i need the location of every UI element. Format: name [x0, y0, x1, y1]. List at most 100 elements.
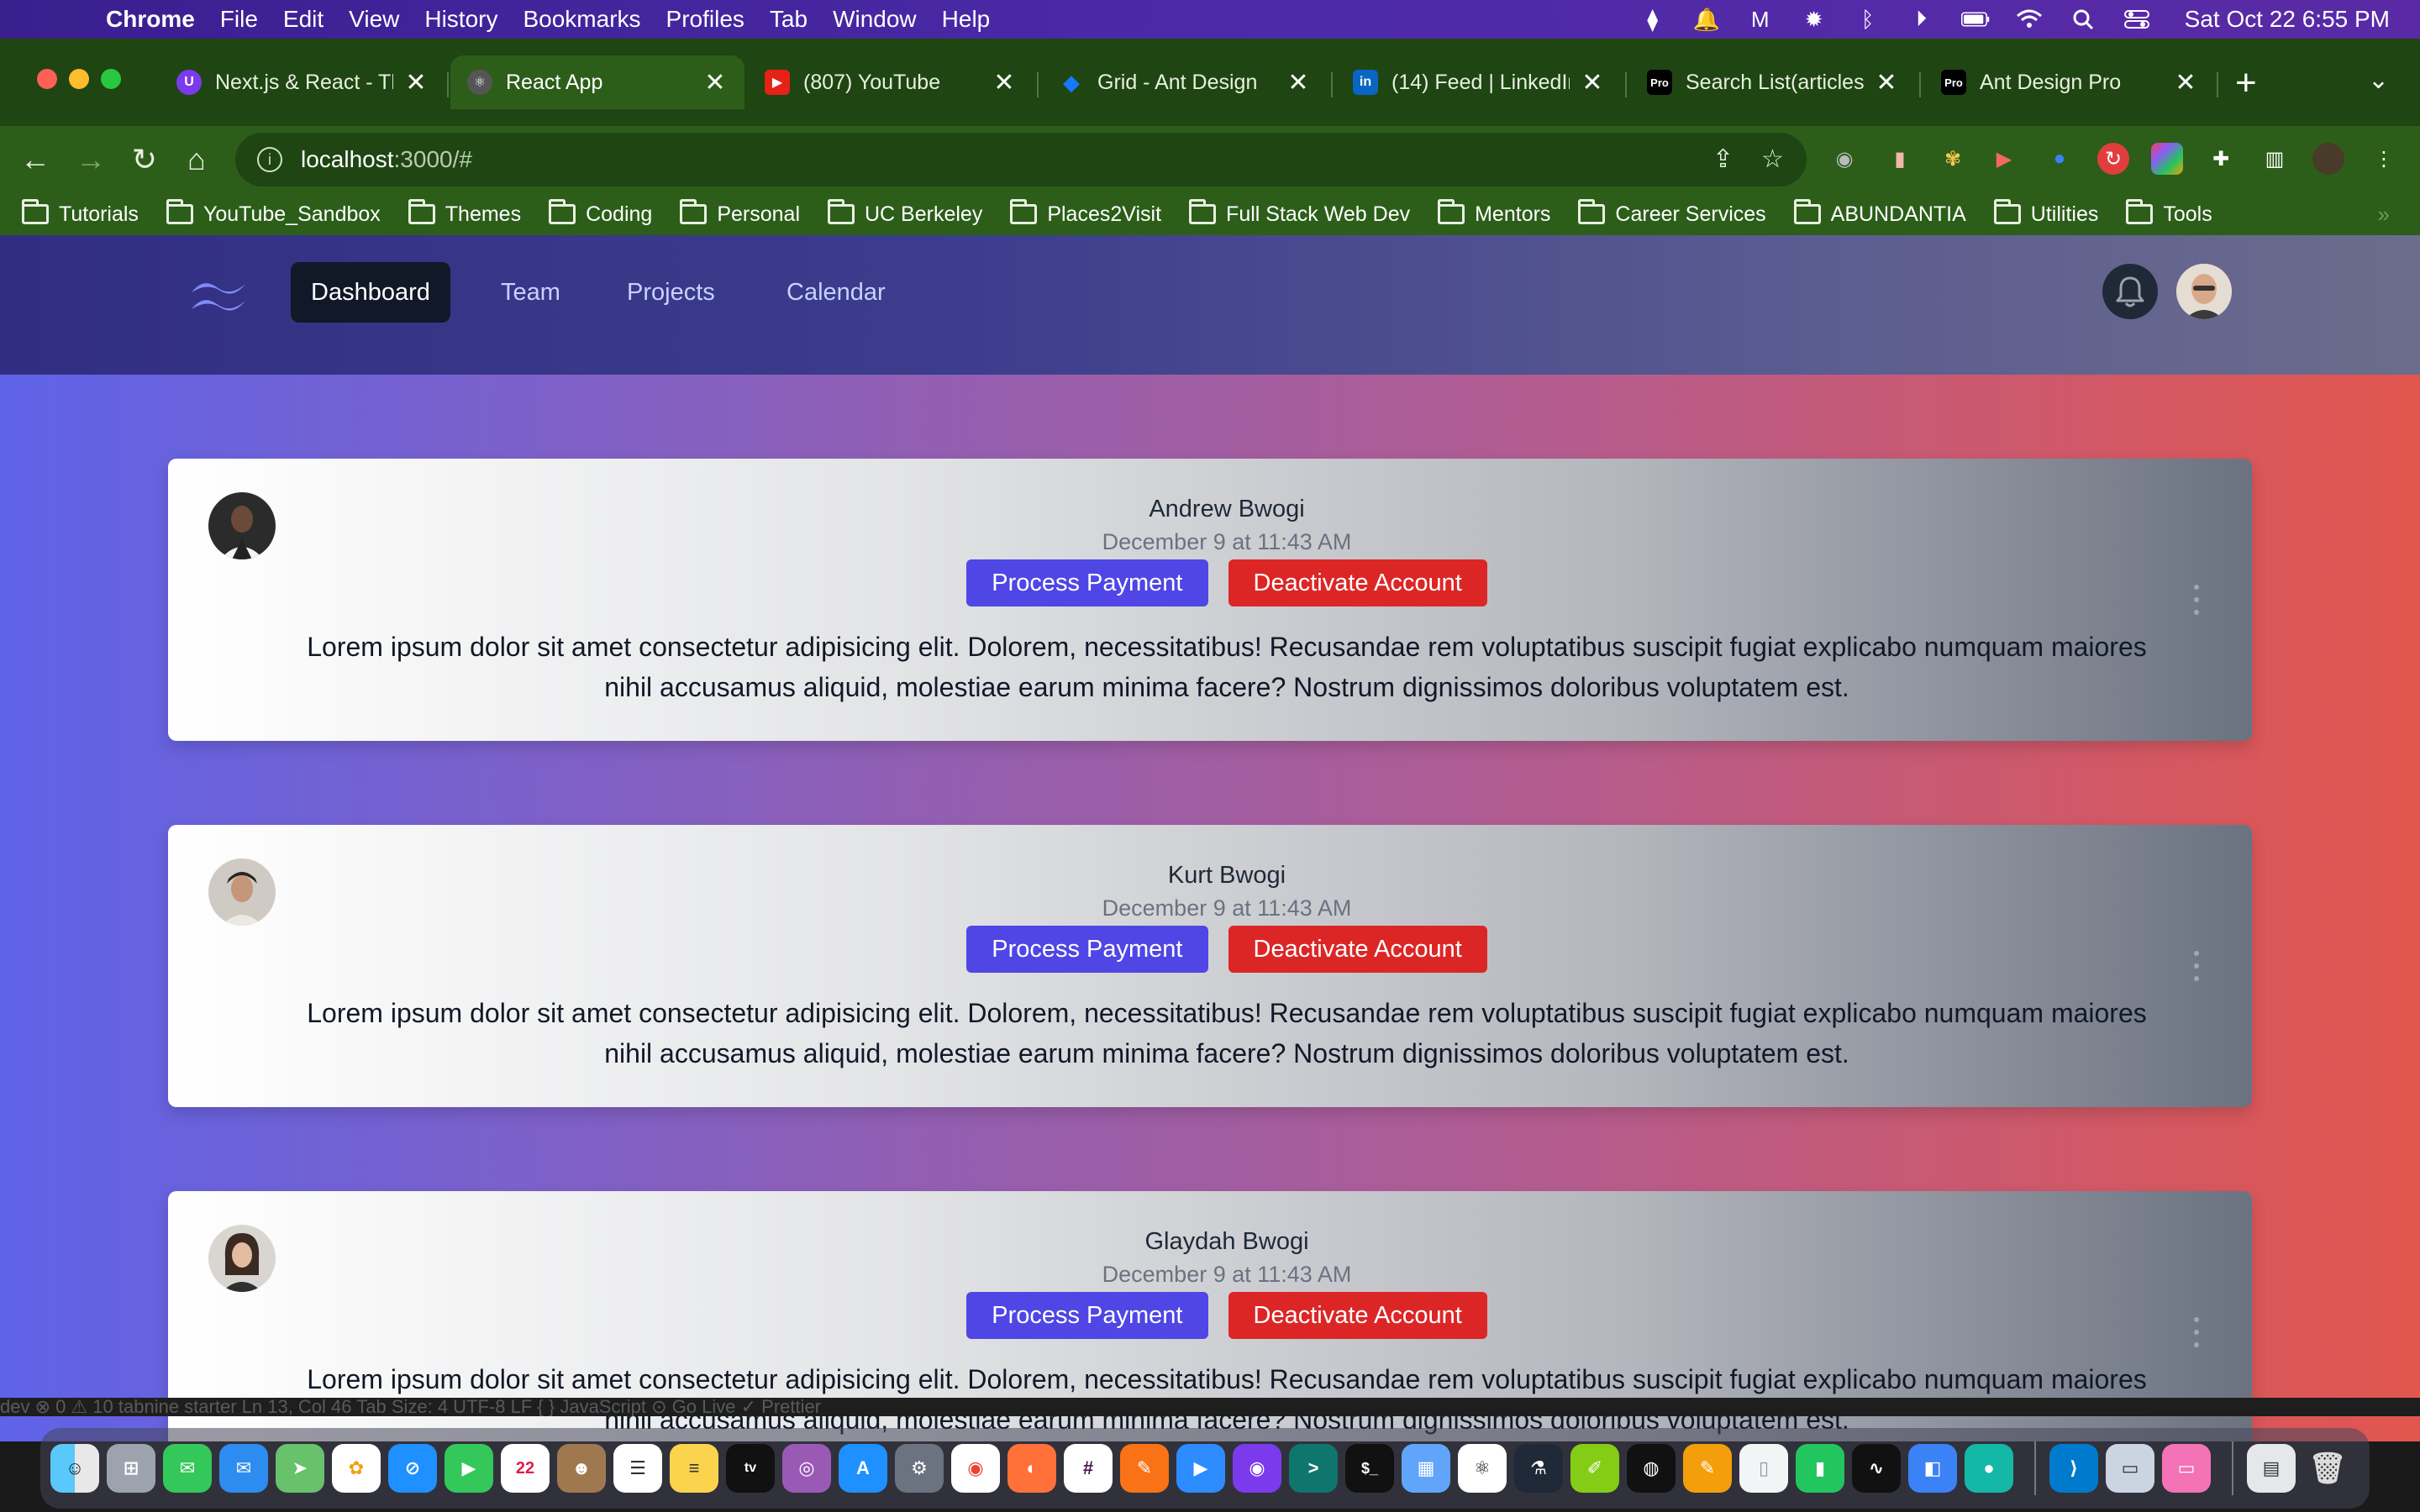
video-extension-icon[interactable]: ▶ [1988, 143, 2020, 175]
user-profile-avatar[interactable] [2176, 264, 2232, 319]
more-options-kebab-icon[interactable] [2188, 585, 2205, 615]
home-icon[interactable]: ⌂ [175, 138, 218, 181]
activity-monitor-icon[interactable]: ∿ [1852, 1444, 1901, 1493]
process-payment-button[interactable]: Process Payment [966, 1292, 1208, 1339]
bookmark-folder[interactable]: Places2Visit [1010, 199, 1161, 227]
window-thumbnail-icon[interactable]: ▭ [2106, 1444, 2154, 1493]
reminders-icon[interactable]: ☰ [613, 1444, 662, 1493]
safari-icon[interactable]: ⊘ [388, 1444, 437, 1493]
play-icon[interactable]: ⏵ [1907, 6, 1936, 32]
firefox-icon[interactable]: ◐ [1007, 1444, 1056, 1493]
contacts-icon[interactable]: ☻ [557, 1444, 606, 1493]
bookmark-star-icon[interactable]: ☆ [1761, 144, 1784, 174]
bookmark-folder[interactable]: Tutorials [22, 199, 139, 227]
chrome-menu-kebab-icon[interactable]: ⋮ [2368, 143, 2400, 175]
menu-edit[interactable]: Edit [283, 6, 324, 33]
apple-tv-icon[interactable]: tv [726, 1444, 775, 1493]
mail-icon[interactable]: ✉ [219, 1444, 268, 1493]
forward-arrow-icon[interactable]: → [69, 138, 113, 181]
messages-icon[interactable]: ✉ [163, 1444, 212, 1493]
folder-thumbnail-icon[interactable]: ▭ [2162, 1444, 2211, 1493]
facetime-icon[interactable]: ▶ [445, 1444, 493, 1493]
more-options-kebab-icon[interactable] [2188, 1317, 2205, 1347]
sketch-pen-icon[interactable]: ✎ [1120, 1444, 1169, 1493]
slack-icon[interactable]: # [1064, 1444, 1113, 1493]
preview-icon[interactable]: ▦ [1402, 1444, 1450, 1493]
nav-projects[interactable]: Projects [607, 262, 735, 323]
bookmarks-overflow-chevron[interactable]: » [2378, 202, 2390, 228]
trash-icon[interactable]: 🗑 [2303, 1444, 2352, 1493]
bookmark-folder[interactable]: ABUNDANTIA [1793, 199, 1966, 227]
profile-avatar-icon[interactable] [2312, 143, 2344, 175]
bookmark-folder[interactable]: Career Services [1578, 199, 1766, 227]
files-icon[interactable]: ◧ [1908, 1444, 1957, 1493]
menu-bookmarks[interactable]: Bookmarks [523, 6, 640, 33]
editor-icon[interactable]: ✐ [1570, 1444, 1619, 1493]
notification-icon[interactable]: 🔔 [1692, 7, 1721, 32]
nav-team[interactable]: Team [481, 262, 581, 323]
wifi-icon[interactable] [2015, 7, 2044, 32]
zoom-icon[interactable]: ▶ [1176, 1444, 1225, 1493]
tab-nextjs[interactable]: U Next.js & React - Th ✕ [160, 55, 445, 109]
app-store-icon[interactable]: A [839, 1444, 887, 1493]
screen-recorder-icon[interactable]: ◉ [1233, 1444, 1281, 1493]
side-panel-icon[interactable]: ▥ [2259, 143, 2291, 175]
close-tab-icon[interactable]: ✕ [1286, 68, 1311, 97]
colorful-grid-extension-icon[interactable] [2151, 143, 2183, 175]
vscode-icon[interactable]: ⟩ [2049, 1444, 2098, 1493]
bookmark-folder[interactable]: UC Berkeley [828, 199, 982, 227]
dropbox-icon[interactable]: ⧫ [1639, 7, 1667, 32]
spotlight-search-icon[interactable] [2069, 7, 2097, 32]
process-payment-button[interactable]: Process Payment [966, 926, 1208, 973]
close-tab-icon[interactable]: ✕ [403, 68, 429, 97]
close-tab-icon[interactable]: ✕ [1580, 68, 1605, 97]
deactivate-account-button[interactable]: Deactivate Account [1228, 926, 1487, 973]
photos-icon[interactable]: ✿ [332, 1444, 381, 1493]
close-window-button[interactable] [37, 69, 57, 89]
close-tab-icon[interactable]: ✕ [2173, 68, 2198, 97]
bookmark-folder[interactable]: Utilities [1993, 199, 2098, 227]
bluetooth-icon[interactable]: ᛒ [1854, 7, 1882, 32]
launchpad-icon[interactable]: ⊞ [107, 1444, 155, 1493]
brightness-icon[interactable]: ✹ [1800, 7, 1828, 32]
bookmark-folder[interactable]: Coding [549, 199, 652, 227]
close-tab-icon[interactable]: ✕ [702, 68, 728, 97]
bookmark-folder[interactable]: Themes [408, 199, 521, 227]
bookmark-folder[interactable]: Full Stack Web Dev [1189, 199, 1410, 227]
pages-icon[interactable]: ✎ [1683, 1444, 1732, 1493]
menu-help[interactable]: Help [942, 6, 991, 33]
extensions-puzzle-icon[interactable]: ✚ [2205, 143, 2237, 175]
malwarebytes-icon[interactable]: M [1746, 7, 1775, 32]
back-arrow-icon[interactable]: ← [13, 138, 57, 181]
refresh-extension-icon[interactable]: ↻ [2097, 143, 2129, 175]
battery-icon[interactable] [1960, 7, 1990, 32]
notes-icon[interactable]: ≡ [670, 1444, 718, 1493]
menu-window[interactable]: Window [833, 6, 917, 33]
menu-view[interactable]: View [349, 6, 399, 33]
terminal-icon[interactable]: $_ [1345, 1444, 1394, 1493]
site-info-icon[interactable]: i [257, 147, 282, 172]
flask-icon[interactable]: ⚗ [1514, 1444, 1563, 1493]
deactivate-account-button[interactable]: Deactivate Account [1228, 559, 1487, 606]
tab-ant-design-grid[interactable]: ◆ Grid - Ant Design ✕ [1042, 55, 1328, 109]
tab-react-app[interactable]: ⚛ React App ✕ [450, 55, 744, 109]
maps-icon[interactable]: ➤ [276, 1444, 324, 1493]
obs-icon[interactable]: ◍ [1627, 1444, 1676, 1493]
nav-calendar[interactable]: Calendar [766, 262, 906, 323]
address-bar[interactable]: i localhost:3000/# ⇪ ☆ [235, 133, 1807, 186]
menu-history[interactable]: History [424, 6, 497, 33]
bookmark-folder[interactable]: YouTube_Sandbox [166, 199, 381, 227]
more-options-kebab-icon[interactable] [2188, 951, 2205, 981]
calendar-icon[interactable]: 22 [501, 1444, 550, 1493]
document-icon[interactable]: ▯ [1739, 1444, 1788, 1493]
bookmark-folder[interactable]: Mentors [1438, 199, 1550, 227]
deactivate-account-button[interactable]: Deactivate Account [1228, 1292, 1487, 1339]
extension-capsule-icon[interactable]: ▮ [1884, 143, 1916, 175]
tab-search-chevron-icon[interactable]: ⌄ [2368, 66, 2389, 95]
tab-search-list[interactable]: Pro Search List(articles ✕ [1630, 55, 1916, 109]
share-icon[interactable]: ⇪ [1712, 144, 1733, 174]
minimize-window-button[interactable] [69, 69, 89, 89]
atom-icon[interactable]: ⚛ [1458, 1444, 1507, 1493]
control-center-icon[interactable] [2123, 7, 2151, 32]
menu-profiles[interactable]: Profiles [666, 6, 744, 33]
